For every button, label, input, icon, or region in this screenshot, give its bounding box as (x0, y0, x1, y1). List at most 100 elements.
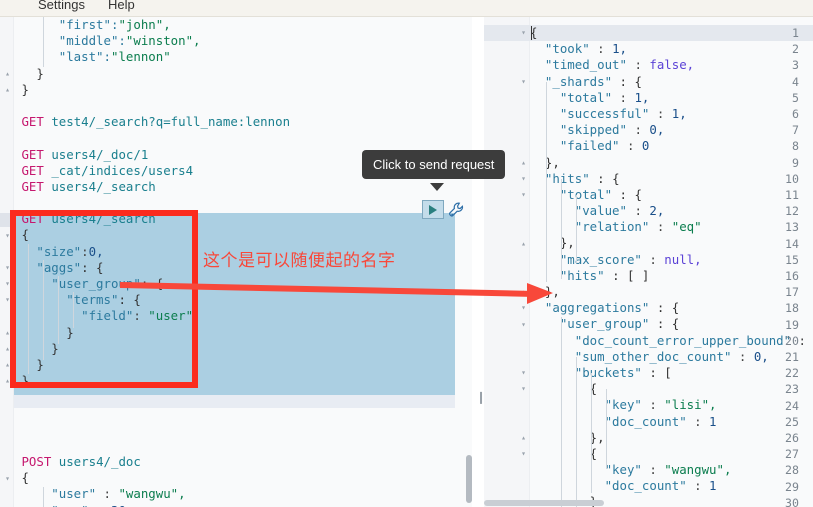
code-token: : (641, 462, 665, 478)
fold-toggle-icon[interactable]: ▾ (519, 171, 528, 187)
code-token: : (641, 397, 665, 413)
fold-toggle-icon[interactable]: ▴ (519, 284, 528, 300)
left-vertical-scrollbar[interactable] (466, 455, 472, 503)
fold-toggle-icon[interactable]: ▾ (519, 381, 528, 397)
fold-toggle-icon[interactable]: ▴ (3, 66, 12, 82)
fold-toggle-icon[interactable]: ▾ (519, 300, 528, 316)
code-token: "took" (530, 41, 590, 57)
code-token: 1, (671, 105, 687, 121)
line-number: 2 (792, 42, 799, 57)
line-number: 23 (785, 382, 799, 397)
right-horizontal-scrollbar[interactable] (484, 500, 604, 506)
code-token: }, (530, 284, 560, 299)
line-number: 26 (785, 431, 799, 445)
code-token: "value" (530, 203, 627, 219)
code-token: 0 (641, 138, 650, 154)
indent-guide (561, 179, 562, 279)
code-line: "middle":"winston", (14, 33, 290, 49)
indent-guide (43, 487, 44, 507)
code-token: "key" (530, 462, 642, 478)
code-token: : { (612, 73, 642, 89)
code-token: GET (14, 114, 52, 130)
code-token: : (641, 251, 665, 267)
fold-toggle-icon[interactable]: ▾ (519, 74, 528, 90)
code-token: "first": (14, 17, 119, 32)
code-token: GET (14, 162, 52, 178)
code-token: "successful" (530, 105, 650, 121)
line-number: 22 (785, 366, 799, 381)
fold-toggle-icon[interactable]: ▾ (3, 471, 12, 487)
code-token: "skipped" (530, 122, 627, 138)
fold-toggle-icon[interactable]: ▴ (519, 430, 528, 446)
line-number: 19 (785, 317, 799, 332)
code-token: users4/_search (51, 178, 156, 194)
code-token: : [ (641, 364, 672, 380)
line-number: 16 (785, 269, 799, 283)
line-number: 25 (785, 414, 799, 429)
code-token: : { (589, 170, 620, 186)
fold-toggle-icon[interactable]: ▴ (519, 155, 528, 171)
line-number: 21 (785, 350, 799, 364)
code-line: { (14, 470, 290, 486)
line-number: 5 (792, 90, 799, 105)
code-token: : (619, 138, 642, 154)
response-pane[interactable]: { "took" : 1, "timed_out" : false, "_sha… (484, 17, 813, 507)
code-line: "first":"john", (14, 17, 290, 33)
code-token: : (89, 503, 111, 507)
code-token: : [ ] (604, 267, 650, 283)
line-number: 29 (785, 479, 799, 494)
code-token: "middle": (14, 33, 126, 49)
indent-guide (43, 17, 44, 67)
fold-toggle-icon[interactable]: ▴ (519, 236, 528, 252)
code-token: 1 (709, 413, 717, 429)
line-number: 18 (785, 301, 799, 316)
wrench-icon[interactable] (448, 201, 466, 219)
menu-item-settings[interactable]: Settings (38, 0, 85, 12)
code-line: "age" : 30, (14, 503, 290, 507)
code-token: 1, (634, 89, 650, 105)
send-request-tooltip: Click to send request (362, 150, 506, 179)
code-token: : { (649, 316, 680, 332)
code-token: GET (14, 178, 52, 194)
pane-divider[interactable] (472, 17, 484, 507)
tooltip-arrow (430, 183, 444, 191)
console-window: ry Settings Help "first":"john", "middle… (0, 0, 813, 507)
code-token: "total" (530, 186, 613, 202)
code-token: "lennon" (110, 49, 171, 65)
send-request-button[interactable] (422, 200, 444, 219)
play-icon (429, 204, 437, 215)
code-token: "hits" (530, 267, 605, 283)
indent-guide (576, 195, 577, 263)
line-number: 1 (792, 26, 799, 40)
fold-toggle-icon[interactable]: ▾ (519, 317, 528, 333)
fold-toggle-icon[interactable]: ▾ (519, 365, 528, 381)
code-token: : { (649, 300, 680, 316)
code-token: "failed" (530, 138, 620, 154)
fold-toggle-icon[interactable]: ▴ (3, 82, 12, 98)
fold-toggle-icon[interactable]: ▾ (519, 446, 528, 462)
fold-toggle-icon[interactable]: ▾ (519, 25, 528, 41)
code-line: POST users4/_doc (14, 454, 290, 470)
line-number: 9 (792, 155, 799, 170)
code-token: }, (530, 235, 575, 251)
code-token: : (649, 105, 672, 121)
code-token: { (14, 470, 29, 486)
code-token: "relation" (530, 219, 650, 235)
code-token: 2, (649, 203, 665, 219)
line-number: 6 (792, 107, 799, 121)
fold-toggle-icon[interactable]: ▾ (519, 187, 528, 203)
code-token: { (530, 445, 598, 461)
code-token: { (530, 381, 598, 397)
code-token: 0, (753, 348, 769, 364)
code-token: : { (612, 186, 642, 202)
code-line: GET users4/_doc/1 (14, 147, 290, 163)
code-line: } (14, 66, 290, 82)
menu-item-help[interactable]: Help (108, 0, 135, 12)
indent-guide (561, 317, 562, 507)
line-number: 4 (792, 74, 799, 89)
annotation-chinese-note: 这个是可以随便起的名字 (203, 251, 396, 271)
menu-bar: ry Settings Help (0, 0, 813, 17)
request-actions[interactable] (422, 200, 472, 220)
